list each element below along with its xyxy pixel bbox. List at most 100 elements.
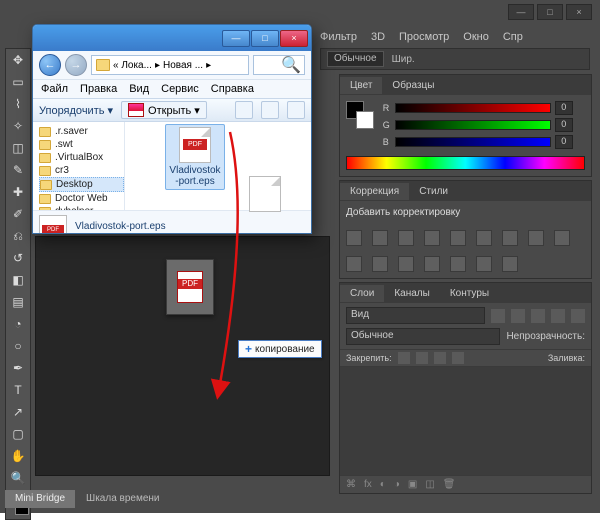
blend-mode-select-layers[interactable]: Обычное	[346, 328, 500, 345]
menu-window[interactable]: Окно	[463, 31, 489, 43]
selective-icon[interactable]	[476, 256, 492, 272]
tree-item[interactable]: .swt	[39, 138, 124, 151]
mask-icon[interactable]: ◐	[380, 479, 386, 490]
menu-help2[interactable]: Справка	[211, 83, 254, 95]
heal-tool-icon[interactable]: ✚	[6, 181, 30, 203]
breadcrumb-1[interactable]: « Лока...	[113, 60, 152, 71]
ps-close-button[interactable]: ×	[566, 4, 592, 20]
breadcrumb-2[interactable]: Новая ...	[163, 60, 203, 71]
address-bar[interactable]: « Лока... ▸ Новая ... ▸	[91, 55, 249, 75]
gradient-map-icon[interactable]	[450, 256, 466, 272]
file-item[interactable]	[235, 176, 295, 214]
filter-pixel-icon[interactable]	[491, 309, 505, 323]
r-slider[interactable]	[395, 103, 551, 113]
type-tool-icon[interactable]: T	[6, 379, 30, 401]
tab-adjustments[interactable]: Коррекция	[340, 183, 409, 200]
menu-service[interactable]: Сервис	[161, 83, 199, 95]
tree-item[interactable]: dvhelper	[39, 205, 124, 210]
eyedropper-tool-icon[interactable]: ✎	[6, 159, 30, 181]
filter-shape-icon[interactable]	[551, 309, 565, 323]
crop-tool-icon[interactable]: ◫	[6, 137, 30, 159]
threshold-icon[interactable]	[424, 256, 440, 272]
tab-styles[interactable]: Стили	[409, 183, 458, 200]
filter-smart-icon[interactable]	[571, 309, 585, 323]
invert-icon[interactable]	[372, 256, 388, 272]
menu-edit[interactable]: Правка	[80, 83, 117, 95]
tab-channels[interactable]: Каналы	[384, 285, 440, 302]
nav-back-button[interactable]: ←	[39, 54, 61, 76]
tab-timeline[interactable]: Шкала времени	[76, 490, 169, 508]
menu-view2[interactable]: Вид	[129, 83, 149, 95]
search-box[interactable]: 🔍	[253, 55, 305, 75]
history-brush-tool-icon[interactable]: ↺	[6, 247, 30, 269]
more-icon[interactable]	[502, 256, 518, 272]
stamp-tool-icon[interactable]: ⎌	[6, 225, 30, 247]
spectrum-ramp[interactable]	[346, 156, 585, 170]
tree-item[interactable]: .VirtualBox	[39, 151, 124, 164]
tab-swatches[interactable]: Образцы	[382, 77, 444, 94]
brush-tool-icon[interactable]: ✐	[6, 203, 30, 225]
group-icon[interactable]: ▣	[408, 479, 417, 490]
tree-item[interactable]: .r.saver	[39, 125, 124, 138]
folder-tree[interactable]: .r.saver .swt .VirtualBox cr3 Desktop Do…	[33, 122, 125, 210]
menu-help[interactable]: Спр	[503, 31, 523, 43]
tree-item[interactable]: cr3	[39, 164, 124, 177]
bw-icon[interactable]	[502, 230, 518, 246]
organize-button[interactable]: Упорядочить ▾	[39, 104, 113, 117]
g-value[interactable]: 0	[555, 118, 573, 132]
preview-pane-button[interactable]	[261, 101, 279, 119]
shape-tool-icon[interactable]: ▢	[6, 423, 30, 445]
dialog-minimize-button[interactable]: —	[222, 30, 250, 47]
hue-icon[interactable]	[476, 230, 492, 246]
tree-item[interactable]: Doctor Web	[39, 192, 124, 205]
file-list[interactable]: PDF Vladivostok-port.eps	[125, 122, 311, 210]
dialog-maximize-button[interactable]: □	[251, 30, 279, 47]
blend-mode-select[interactable]: Обычное	[327, 51, 384, 67]
b-slider[interactable]	[395, 137, 551, 147]
lock-all-icon[interactable]	[452, 352, 464, 364]
view-mode-button[interactable]	[235, 101, 253, 119]
zoom-tool-icon[interactable]: 🔍	[6, 467, 30, 489]
filter-type-icon[interactable]	[531, 309, 545, 323]
gradient-tool-icon[interactable]: ▤	[6, 291, 30, 313]
menu-3d[interactable]: 3D	[371, 31, 385, 43]
move-tool-icon[interactable]: ✥	[6, 49, 30, 71]
color-fg-bg-swatch[interactable]	[346, 101, 374, 129]
b-value[interactable]: 0	[555, 135, 573, 149]
levels-icon[interactable]	[372, 230, 388, 246]
new-layer-icon[interactable]: ◫	[425, 479, 434, 490]
tab-paths[interactable]: Контуры	[440, 285, 499, 302]
lock-transp-icon[interactable]	[398, 352, 410, 364]
tab-mini-bridge[interactable]: Mini Bridge	[5, 490, 75, 508]
eraser-tool-icon[interactable]: ◧	[6, 269, 30, 291]
delete-layer-icon[interactable]: 🗑	[443, 479, 456, 490]
marquee-tool-icon[interactable]: ▭	[6, 71, 30, 93]
file-item-selected[interactable]: PDF Vladivostok-port.eps	[165, 124, 225, 190]
poster-icon[interactable]	[398, 256, 414, 272]
ps-maximize-button[interactable]: □	[537, 4, 563, 20]
photo-filter-icon[interactable]	[528, 230, 544, 246]
lock-paint-icon[interactable]	[416, 352, 428, 364]
tab-color[interactable]: Цвет	[340, 77, 382, 94]
curves-icon[interactable]	[398, 230, 414, 246]
exposure-icon[interactable]	[424, 230, 440, 246]
wand-tool-icon[interactable]: ✧	[6, 115, 30, 137]
fx-icon[interactable]: fx	[364, 479, 372, 490]
help-button[interactable]	[287, 101, 305, 119]
brightness-icon[interactable]	[346, 230, 362, 246]
menu-file[interactable]: Файл	[41, 83, 68, 95]
menu-filter[interactable]: Фильтр	[320, 31, 357, 43]
filter-adjust-icon[interactable]	[511, 309, 525, 323]
blur-tool-icon[interactable]: ◔	[6, 313, 30, 335]
vibrance-icon[interactable]	[450, 230, 466, 246]
link-layers-icon[interactable]: ⌘	[346, 479, 356, 490]
hand-tool-icon[interactable]: ✋	[6, 445, 30, 467]
lock-pos-icon[interactable]	[434, 352, 446, 364]
ps-minimize-button[interactable]: —	[508, 4, 534, 20]
open-split-button[interactable]: Открыть ▾	[121, 101, 207, 119]
layer-kind-select[interactable]: Вид	[346, 307, 485, 324]
menu-view[interactable]: Просмотр	[399, 31, 449, 43]
mixer-icon[interactable]	[554, 230, 570, 246]
nav-forward-button[interactable]: →	[65, 54, 87, 76]
lookup-icon[interactable]	[346, 256, 362, 272]
